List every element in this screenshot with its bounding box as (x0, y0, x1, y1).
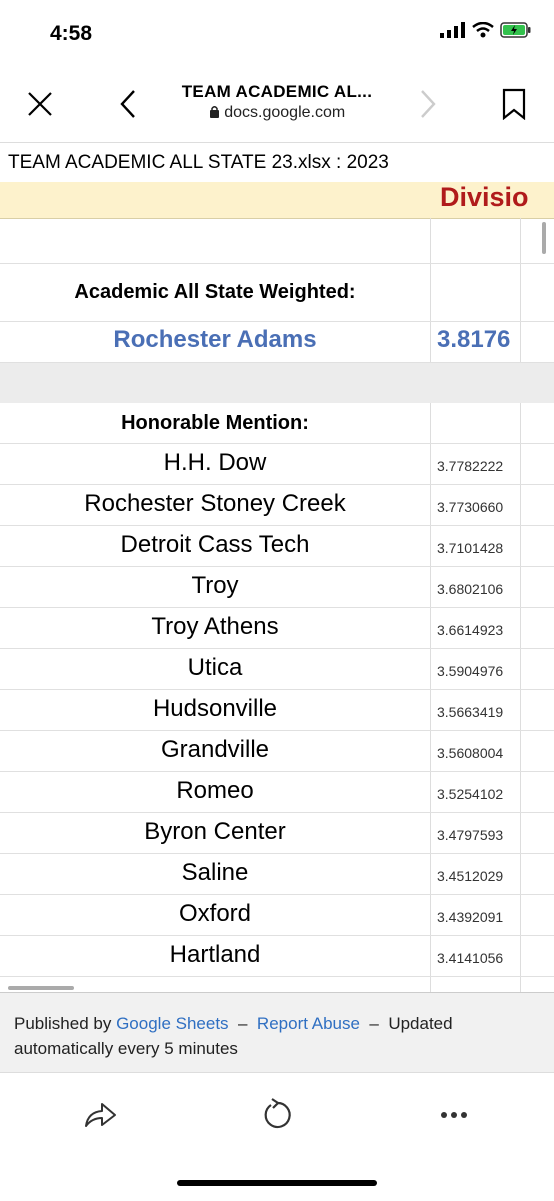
published-by-text: Published by (14, 1014, 112, 1033)
footer-dash: – (238, 1014, 248, 1033)
school-score: 3.4512029 (437, 868, 504, 884)
school-score: 3.4141056 (437, 950, 504, 966)
table-row: Utica 3.5904976 (0, 649, 554, 690)
share-button[interactable] (78, 1093, 122, 1137)
browser-nav-bar: TEAM ACADEMIC AL... docs.google.com (0, 70, 554, 142)
school-name: H.H. Dow (163, 449, 267, 476)
bookmark-icon (502, 88, 526, 120)
school-name: Rochester Stoney Creek (84, 490, 346, 517)
school-name: Utica (187, 654, 243, 681)
winner-value: 3.8176 (437, 326, 511, 353)
table-row: Troy Athens 3.6614923 (0, 608, 554, 649)
url-text: docs.google.com (224, 104, 346, 121)
table-row: Romeo 3.5254102 (0, 772, 554, 813)
honorable-heading-row: Honorable Mention: (0, 403, 554, 444)
school-score: 3.6614923 (437, 622, 504, 638)
school-score: 3.5904976 (437, 663, 504, 679)
winner-name: Rochester Adams (113, 326, 317, 353)
table-row: Hartland 3.4141056 (0, 936, 554, 977)
page-title: TEAM ACADEMIC AL... (181, 82, 373, 101)
school-name: Romeo (176, 777, 254, 804)
spreadsheet-view[interactable]: Divisio Academic All State Weighted: Roc… (0, 182, 554, 992)
table-row: Byron Center 3.4797593 (0, 813, 554, 854)
share-icon (85, 1103, 116, 1127)
published-footer: Published by Google Sheets – Report Abus… (0, 992, 554, 1073)
school-score: 3.7101428 (437, 540, 504, 556)
url-label: docs.google.com (150, 104, 404, 122)
school-name: Oxford (178, 900, 252, 927)
lock-icon (209, 106, 219, 118)
document-title: TEAM ACADEMIC ALL STATE 23.xlsx : 2023 (8, 152, 389, 173)
school-name: Detroit Cass Tech (120, 531, 310, 558)
status-bar: 4:58 (0, 0, 554, 70)
refresh-button[interactable] (255, 1093, 299, 1137)
close-icon (28, 92, 52, 116)
school-score: 3.4797593 (437, 827, 504, 843)
google-sheets-link[interactable]: Google Sheets (116, 1014, 228, 1033)
school-name: Hartland (169, 941, 261, 968)
school-name: Hudsonville (152, 695, 278, 722)
school-score: 3.7730660 (437, 499, 504, 515)
report-abuse-link[interactable]: Report Abuse (257, 1014, 360, 1033)
weighted-heading-row: Academic All State Weighted: (0, 264, 554, 322)
table-row: Saline 3.4512029 (0, 854, 554, 895)
signal-icon (440, 22, 465, 38)
footer-dash: – (369, 1014, 379, 1033)
school-score: 3.7782222 (437, 458, 504, 474)
table-row: Hudsonville 3.5663419 (0, 690, 554, 731)
forward-button[interactable] (408, 84, 448, 124)
division-header-band: Divisio (0, 182, 554, 219)
school-score: 3.4392091 (437, 909, 504, 925)
school-score: 3.6802106 (437, 581, 504, 597)
winner-row: Rochester Adams 3.8176 (0, 322, 554, 363)
back-button[interactable] (108, 84, 148, 124)
table-row: Grandville 3.5608004 (0, 731, 554, 772)
table-row: Detroit Cass Tech 3.7101428 (0, 526, 554, 567)
vertical-scrollbar[interactable] (542, 222, 546, 254)
table-row: Rochester Stoney Creek 3.7730660 (0, 485, 554, 526)
wifi-icon (472, 22, 494, 38)
more-icon (441, 1112, 467, 1118)
table-row: Oxford 3.4392091 (0, 895, 554, 936)
empty-row (0, 218, 554, 264)
bookmark-button[interactable] (494, 84, 534, 124)
close-button[interactable] (20, 84, 60, 124)
horizontal-scrollbar[interactable] (8, 986, 74, 990)
school-score: 3.5254102 (437, 786, 504, 802)
school-name: Saline (181, 859, 249, 886)
status-time: 4:58 (50, 22, 93, 45)
school-name: Grandville (160, 736, 270, 763)
separator-band (0, 363, 554, 403)
more-button[interactable] (432, 1093, 476, 1137)
school-name: Byron Center (144, 818, 286, 845)
refresh-icon (264, 1098, 291, 1129)
forward-icon (421, 90, 436, 118)
school-score: 3.5663419 (437, 704, 504, 720)
school-name: Troy (191, 572, 239, 599)
document-title-bar: TEAM ACADEMIC ALL STATE 23.xlsx : 2023 (0, 142, 554, 183)
division-header: Divisio (440, 182, 529, 212)
school-name: Troy Athens (151, 613, 279, 640)
table-row: H.H. Dow 3.7782222 (0, 444, 554, 485)
battery-icon (500, 22, 531, 38)
page-title-block: TEAM ACADEMIC AL... docs.google.com (150, 82, 404, 122)
home-indicator (177, 1180, 377, 1186)
honorable-heading: Honorable Mention: (121, 412, 309, 434)
school-score: 3.5608004 (437, 745, 504, 761)
weighted-heading: Academic All State Weighted: (74, 281, 356, 303)
table-row: Troy 3.6802106 (0, 567, 554, 608)
back-icon (120, 90, 135, 118)
